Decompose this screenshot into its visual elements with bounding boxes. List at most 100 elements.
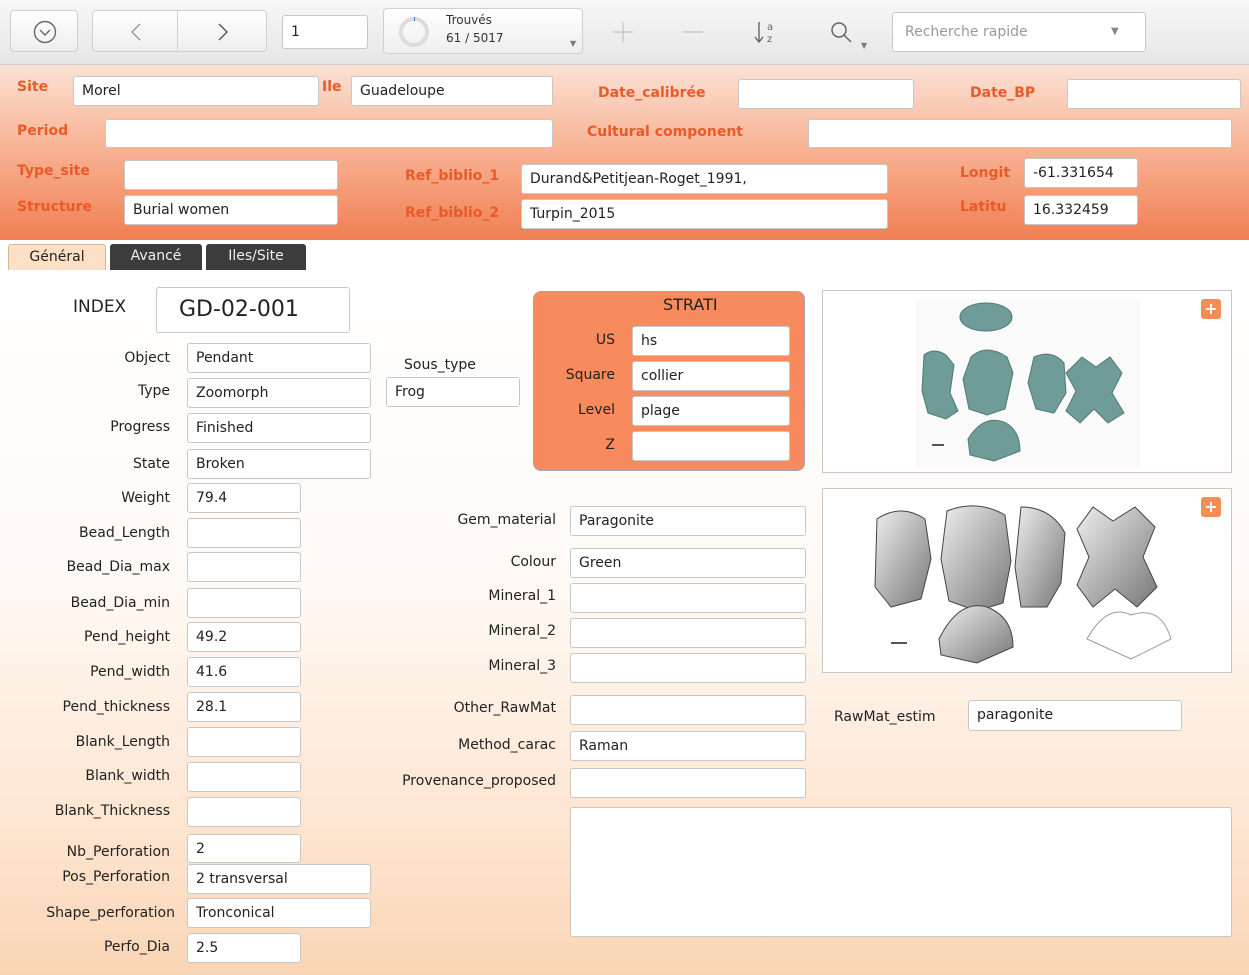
type-field[interactable]: Zoomorph (187, 378, 371, 408)
frog-pendant-drawing (871, 499, 1183, 665)
blank-width-field[interactable] (187, 762, 301, 792)
index-field[interactable]: GD-02-001 (156, 287, 350, 333)
ref-biblio-2-field[interactable]: Turpin_2015 (521, 199, 888, 229)
drawing-container[interactable]: + (822, 488, 1232, 673)
prev-record-button[interactable] (92, 10, 178, 52)
structure-field[interactable]: Burial women (124, 195, 338, 225)
minus-icon (683, 31, 703, 33)
strati-title: STRATI (663, 295, 718, 314)
sous-type-field[interactable]: Frog (386, 377, 520, 407)
blank-thickness-field[interactable] (187, 797, 301, 827)
blank-length-label: Blank_Length (75, 734, 170, 750)
level-field[interactable]: plage (632, 396, 790, 426)
object-field[interactable]: Pendant (187, 343, 371, 373)
method-carac-field[interactable]: Raman (570, 731, 806, 761)
perfo-dia-field[interactable]: 2.5 (187, 933, 301, 963)
date-calibree-label: Date_calibrée (598, 85, 706, 101)
other-rawmat-field[interactable] (570, 695, 806, 725)
other-rawmat-label: Other_RawMat (453, 700, 556, 716)
menu-button[interactable] (10, 10, 78, 52)
z-field[interactable] (632, 431, 790, 461)
us-field[interactable]: hs (632, 326, 790, 356)
square-label: Square (565, 367, 615, 383)
delete-record-button[interactable] (662, 10, 722, 52)
shape-perforation-label: Shape_perforation (46, 905, 175, 921)
ile-field[interactable]: Guadeloupe (351, 76, 553, 106)
latitude-field[interactable]: 16.332459 (1024, 195, 1138, 225)
longitude-field[interactable]: -61.331654 (1024, 158, 1138, 188)
square-field[interactable]: collier (632, 361, 790, 391)
found-records-indicator[interactable]: Trouvés 61 / 5017 ▼ (383, 8, 583, 54)
blank-length-field[interactable] (187, 727, 301, 757)
rawmat-estim-field[interactable]: paragonite (968, 700, 1182, 731)
site-field[interactable]: Morel (73, 76, 319, 106)
z-label: Z (605, 437, 615, 453)
pend-height-field[interactable]: 49.2 (187, 622, 301, 652)
quick-search-input[interactable]: Recherche rapide ▼ (892, 12, 1146, 52)
svg-text:z: z (767, 34, 772, 45)
mineral-2-field[interactable] (570, 618, 806, 648)
period-label: Period (17, 123, 69, 139)
rawmat-estim-label: RawMat_estim (834, 709, 936, 725)
pend-width-field[interactable]: 41.6 (187, 657, 301, 687)
add-record-button[interactable] (592, 10, 652, 52)
pos-perforation-label: Pos_Perforation (62, 869, 170, 885)
type-site-label: Type_site (17, 163, 90, 179)
gem-material-label: Gem_material (457, 512, 556, 528)
mineral-1-field[interactable] (570, 583, 806, 613)
chevron-right-icon (218, 23, 228, 41)
ref-biblio-1-field[interactable]: Durand&Petitjean-Roget_1991, (521, 164, 888, 194)
pend-thickness-field[interactable]: 28.1 (187, 692, 301, 722)
tab-iles-site[interactable]: Iles/Site (206, 244, 306, 270)
nb-perforation-label: Nb_Perforation (66, 844, 170, 860)
cultural-component-label: Cultural component (587, 124, 743, 140)
date-bp-label: Date_BP (970, 85, 1036, 101)
notes-textarea[interactable] (570, 807, 1232, 937)
longitude-label: Longit (960, 165, 1011, 181)
pend-thickness-label: Pend_thickness (62, 699, 170, 715)
date-calibree-field[interactable] (738, 79, 914, 109)
bead-dia-min-field[interactable] (187, 588, 301, 618)
blank-thickness-label: Blank_Thickness (54, 803, 170, 819)
site-label: Site (17, 79, 49, 95)
date-bp-field[interactable] (1067, 79, 1241, 109)
nb-perforation-field[interactable]: 2 (187, 834, 301, 863)
colour-field[interactable]: Green (570, 548, 806, 578)
record-number-input[interactable]: 1 (282, 15, 368, 49)
type-site-field[interactable] (124, 160, 338, 190)
tab-avance[interactable]: Avancé (110, 244, 202, 270)
shape-perforation-field[interactable]: Tronconical (187, 898, 371, 928)
latitude-label: Latitu (960, 199, 1007, 215)
next-record-button[interactable] (177, 10, 267, 52)
sort-button[interactable]: a z (732, 10, 796, 52)
photo-container[interactable]: + (822, 290, 1232, 473)
pos-perforation-field[interactable]: 2 transversal (187, 864, 371, 894)
structure-label: Structure (17, 199, 93, 215)
search-button[interactable]: ▼ (808, 10, 874, 52)
state-field[interactable]: Broken (187, 449, 371, 479)
perfo-dia-label: Perfo_Dia (103, 939, 170, 955)
bead-dia-max-field[interactable] (187, 552, 301, 582)
circle-chevron-down-icon (33, 20, 57, 44)
colour-label: Colour (510, 554, 556, 570)
triangle-down-icon: ▼ (570, 39, 577, 48)
progress-field[interactable]: Finished (187, 413, 371, 443)
tab-general[interactable]: Général (8, 244, 106, 270)
add-photo-button[interactable]: + (1201, 299, 1221, 319)
progress-ring-icon (399, 16, 429, 47)
triangle-down-icon[interactable]: ▼ (1111, 13, 1119, 51)
magnifier-icon (831, 22, 852, 43)
add-drawing-button[interactable]: + (1201, 497, 1221, 517)
period-field[interactable] (105, 119, 553, 148)
state-label: State (132, 456, 170, 472)
bead-length-field[interactable] (187, 518, 301, 548)
ref-biblio-2-label: Ref_biblio_2 (405, 205, 500, 221)
mineral-3-field[interactable] (570, 653, 806, 683)
cultural-component-field[interactable] (808, 119, 1232, 148)
provenance-field[interactable] (570, 768, 806, 798)
provenance-label: Provenance_proposed (402, 773, 556, 789)
bead-length-label: Bead_Length (79, 525, 170, 541)
gem-material-field[interactable]: Paragonite (570, 506, 806, 536)
mineral-2-label: Mineral_2 (488, 623, 556, 639)
weight-field[interactable]: 79.4 (187, 483, 301, 513)
